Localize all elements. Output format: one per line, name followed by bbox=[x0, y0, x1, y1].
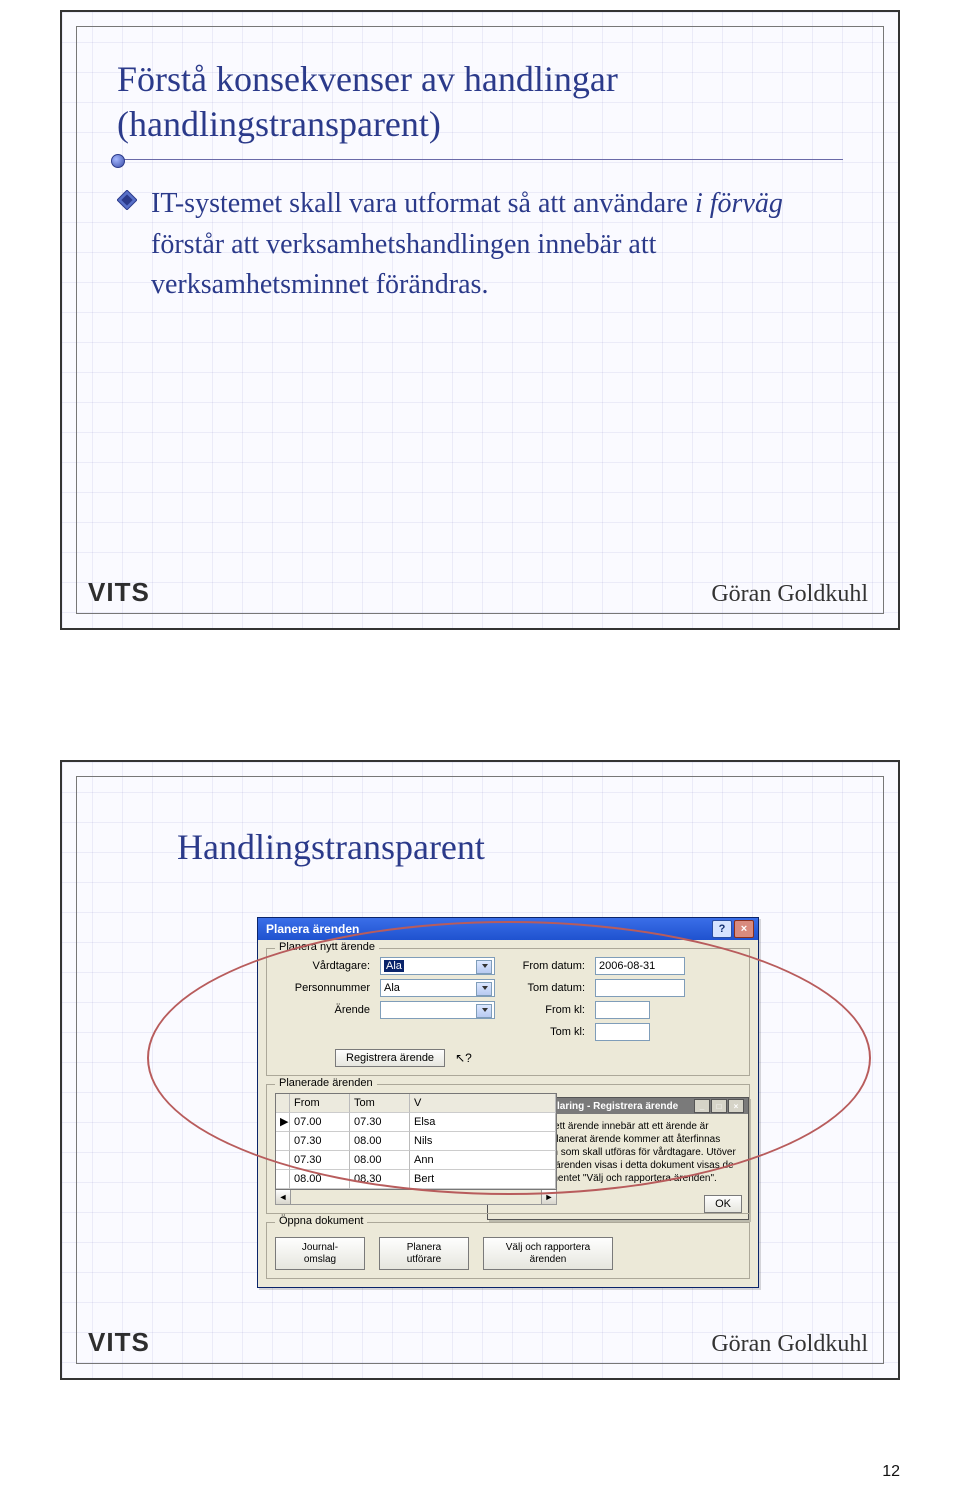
td bbox=[276, 1170, 290, 1189]
bullet-item: IT-systemet skall vara utformat så att a… bbox=[117, 184, 843, 306]
combo-personnummer-value: Ala bbox=[384, 982, 400, 994]
cursor-help-icon: ↖? bbox=[455, 1051, 472, 1065]
th-2: Tom bbox=[350, 1094, 410, 1113]
doc-label: Välj och rapportera bbox=[506, 1242, 591, 1253]
td: 07.00 bbox=[290, 1113, 350, 1132]
row-marker-icon: ▶ bbox=[276, 1113, 290, 1132]
bullet-text-em: i förväg bbox=[695, 188, 783, 219]
label-from-datum: From datum: bbox=[505, 960, 585, 972]
close-button[interactable]: × bbox=[734, 920, 754, 938]
label-vardtagare: Vårdtagare: bbox=[275, 960, 370, 972]
slide-divider bbox=[117, 159, 843, 160]
app-window: Planera ärenden ? × Planera nytt ärende … bbox=[257, 917, 759, 1288]
footer-left-2: VITS bbox=[88, 1327, 150, 1358]
td: Bert bbox=[410, 1170, 556, 1189]
label-from-kl: From kl: bbox=[505, 1004, 585, 1016]
footer-right-1: Göran Goldkuhl bbox=[711, 581, 868, 608]
form-grid: Vårdtagare: Ala From datum: 2006-08-31 P… bbox=[275, 957, 741, 1041]
label-personnummer: Personnummer bbox=[275, 982, 370, 994]
slide-1-title: Förstå konsekvenser av handlingar (handl… bbox=[117, 57, 843, 147]
combo-vardtagare-value: Ala bbox=[384, 960, 404, 972]
field-tom-kl[interactable] bbox=[595, 1023, 650, 1041]
doc-label: ärenden bbox=[530, 1254, 567, 1265]
label-arende: Ärende bbox=[275, 1004, 370, 1016]
doc-planera-button[interactable]: Planera utförare bbox=[379, 1237, 469, 1270]
doc-label: Planera bbox=[407, 1242, 441, 1253]
slide-2-frame: Handlingstransparent Planera ärenden ? ×… bbox=[76, 776, 884, 1364]
fieldset-open-docs: Öppna dokument Journal- omslag Planera u… bbox=[266, 1222, 750, 1279]
table-header: From Tom V bbox=[276, 1094, 556, 1113]
label-tom-kl: Tom kl: bbox=[505, 1026, 585, 1038]
td: 08.00 bbox=[290, 1170, 350, 1189]
doc-journal-button[interactable]: Journal- omslag bbox=[275, 1237, 365, 1270]
table-row[interactable]: ▶ 07.00 07.30 Elsa bbox=[276, 1113, 556, 1132]
field-from-kl[interactable] bbox=[595, 1001, 650, 1019]
chevron-down-icon bbox=[482, 964, 488, 968]
table-row[interactable]: 08.00 08.30 Bert bbox=[276, 1170, 556, 1189]
field-from-datum[interactable]: 2006-08-31 bbox=[595, 957, 685, 975]
td: 07.30 bbox=[290, 1151, 350, 1170]
bullet-text-post: förstår att verksamhetshandlingen innebä… bbox=[151, 229, 656, 301]
chevron-down-icon bbox=[482, 986, 488, 990]
field-tom-datum[interactable] bbox=[595, 979, 685, 997]
doc-label: Journal- bbox=[302, 1242, 338, 1253]
td bbox=[276, 1151, 290, 1170]
footer-left-1: VITS bbox=[88, 577, 150, 608]
doc-valj-button[interactable]: Välj och rapportera ärenden bbox=[483, 1237, 613, 1270]
th-3: V bbox=[410, 1094, 556, 1113]
register-button[interactable]: Registrera ärende bbox=[335, 1049, 445, 1067]
bullet-text-pre: IT-systemet skall vara utformat så att a… bbox=[151, 188, 695, 219]
th-1: From bbox=[290, 1094, 350, 1113]
help-button[interactable]: ? bbox=[712, 920, 732, 938]
table-row[interactable]: 07.30 08.00 Nils bbox=[276, 1132, 556, 1151]
label-tom-datum: Tom datum: bbox=[505, 982, 585, 994]
diamond-icon bbox=[117, 190, 137, 210]
scroll-left-icon[interactable]: ◄ bbox=[276, 1190, 291, 1204]
doc-label: utförare bbox=[407, 1254, 441, 1265]
scrollbar[interactable]: ◄ ► bbox=[275, 1190, 557, 1205]
td: 08.00 bbox=[350, 1151, 410, 1170]
combo-personnummer[interactable]: Ala bbox=[380, 979, 495, 997]
td: Ann bbox=[410, 1151, 556, 1170]
combo-vardtagare[interactable]: Ala bbox=[380, 957, 495, 975]
td: 08.30 bbox=[350, 1170, 410, 1189]
td: 07.30 bbox=[290, 1132, 350, 1151]
td: Elsa bbox=[410, 1113, 556, 1132]
page: Förstå konsekvenser av handlingar (handl… bbox=[0, 0, 960, 1501]
legend-planned: Planerade ärenden bbox=[275, 1077, 377, 1089]
table-planned[interactable]: From Tom V ▶ 07.00 07.30 Elsa 07.30 bbox=[275, 1093, 557, 1190]
doc-label: omslag bbox=[304, 1254, 336, 1265]
bullet-text: IT-systemet skall vara utformat så att a… bbox=[151, 184, 843, 306]
slide-1-frame: Förstå konsekvenser av handlingar (handl… bbox=[76, 26, 884, 614]
table-row[interactable]: 07.30 08.00 Ann bbox=[276, 1151, 556, 1170]
legend-plan-new: Planera nytt ärende bbox=[275, 941, 379, 953]
scroll-track[interactable] bbox=[291, 1190, 541, 1204]
td: 08.00 bbox=[350, 1132, 410, 1151]
scroll-right-icon[interactable]: ► bbox=[541, 1190, 556, 1204]
page-number: 12 bbox=[882, 1463, 900, 1481]
fieldset-plan-new: Planera nytt ärende Vårdtagare: Ala From… bbox=[266, 948, 750, 1076]
window-title: Planera ärenden bbox=[266, 922, 359, 936]
titlebar[interactable]: Planera ärenden ? × bbox=[258, 918, 758, 940]
fieldset-planned: Planerade ärenden From Tom V ▶ 07.00 07.… bbox=[266, 1084, 750, 1214]
td: Nils bbox=[410, 1132, 556, 1151]
combo-arende[interactable] bbox=[380, 1001, 495, 1019]
chevron-down-icon bbox=[482, 1008, 488, 1012]
slide-2: Handlingstransparent Planera ärenden ? ×… bbox=[60, 760, 900, 1380]
td bbox=[276, 1132, 290, 1151]
footer-right-2: Göran Goldkuhl bbox=[711, 1331, 868, 1358]
legend-open-docs: Öppna dokument bbox=[275, 1215, 367, 1227]
slide-2-title: Handlingstransparent bbox=[177, 825, 843, 870]
td: 07.30 bbox=[350, 1113, 410, 1132]
th-0 bbox=[276, 1094, 290, 1113]
slide-1: Förstå konsekvenser av handlingar (handl… bbox=[60, 10, 900, 630]
